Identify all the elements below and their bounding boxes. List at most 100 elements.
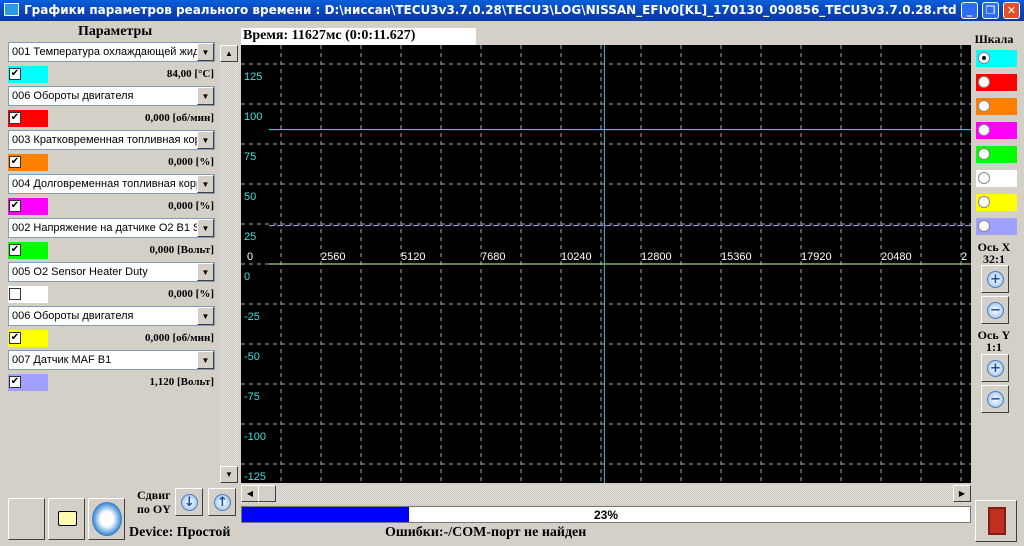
param-color-swatch[interactable]: ✔ [8, 242, 48, 259]
blank-button[interactable] [8, 498, 45, 540]
param-value: 0,000 [%] [168, 156, 214, 168]
param-color-swatch[interactable]: ✔ [8, 330, 48, 347]
scale-radio[interactable] [978, 76, 990, 88]
exit-button[interactable] [975, 500, 1017, 542]
chevron-down-icon[interactable]: ▼ [197, 87, 214, 105]
open-file-button[interactable] [48, 498, 85, 540]
scroll-right-button[interactable]: ▶ [953, 485, 971, 502]
param-name: 003 Кратковременная топливная коррекция [12, 134, 215, 146]
y-tick-label: 50 [244, 191, 256, 203]
scale-radio[interactable] [978, 196, 990, 208]
shift-label: Сдвиг по OY [137, 488, 171, 516]
scroll-down-button[interactable]: ▼ [220, 466, 238, 483]
param-select[interactable]: 004 Долговременная топливная коррекция ▼ [8, 174, 215, 194]
arrow-down-icon: ↓ [181, 494, 198, 511]
close-button[interactable]: ✕ [1003, 2, 1020, 19]
param-value: 0,000 [об/мин] [144, 332, 214, 344]
chevron-down-icon[interactable]: ▼ [197, 263, 214, 281]
param-checkbox[interactable]: ✔ [9, 68, 21, 80]
scale-radio[interactable] [978, 220, 990, 232]
chevron-down-icon[interactable]: ▼ [197, 351, 214, 369]
x-tick-label: 17920 [801, 251, 832, 263]
scale-radio[interactable] [978, 172, 990, 184]
param-select[interactable]: 005 O2 Sensor Heater Duty ▼ [8, 262, 215, 282]
scale-option[interactable] [976, 146, 1017, 163]
scroll-left-button[interactable]: ◀ [241, 485, 259, 502]
y-tick-label: 125 [244, 71, 262, 83]
y-tick-label: -100 [244, 431, 266, 443]
plus-icon: + [987, 271, 1004, 288]
chevron-down-icon[interactable]: ▼ [197, 131, 214, 149]
progress-text: 23% [593, 508, 619, 522]
param-checkbox[interactable]: ✔ [9, 156, 21, 168]
scale-option[interactable] [976, 98, 1017, 115]
param-select[interactable]: 002 Напряжение на датчике O2 B1 S1 ▼ [8, 218, 215, 238]
y-tick-label: -50 [244, 351, 260, 363]
app-icon [4, 3, 19, 16]
param-color-swatch[interactable]: ✔ [8, 110, 48, 127]
zoom-x-in-button[interactable]: + [981, 265, 1009, 293]
x-tick-label: 10240 [561, 251, 592, 263]
scale-option[interactable] [976, 50, 1017, 67]
scale-option[interactable] [976, 194, 1017, 211]
chart-area[interactable]: 125 100 75 50 25 0 -25 -50 -75 -100 -125 0 2560 5120 7… [241, 45, 971, 483]
param-select[interactable]: 006 Обороты двигателя ▼ [8, 306, 215, 326]
y-tick-label: -25 [244, 311, 260, 323]
y-tick-label: 75 [244, 151, 256, 163]
param-checkbox[interactable]: ✔ [9, 112, 21, 124]
scale-option[interactable] [976, 122, 1017, 139]
restore-button[interactable]: ❐ [982, 2, 999, 19]
scale-option[interactable] [976, 74, 1017, 91]
chevron-down-icon[interactable]: ▼ [197, 175, 214, 193]
scale-option[interactable] [976, 218, 1017, 235]
param-select[interactable]: 003 Кратковременная топливная коррекция ▼ [8, 130, 215, 150]
param-checkbox[interactable]: ✔ [9, 244, 21, 256]
x-tick-label: 2560 [321, 251, 345, 263]
time-scrollbar[interactable]: ◀ ▶ [241, 485, 971, 503]
scale-radio[interactable] [978, 100, 990, 112]
param-checkbox[interactable] [9, 288, 21, 300]
scale-radio[interactable] [978, 52, 990, 64]
x-tick-label: 15360 [721, 251, 752, 263]
param-color-swatch[interactable]: ✔ [8, 198, 48, 215]
scale-radio[interactable] [978, 124, 990, 136]
param-checkbox[interactable]: ✔ [9, 200, 21, 212]
zoom-x-out-button[interactable]: − [981, 296, 1009, 324]
param-color-swatch[interactable]: ✔ [8, 154, 48, 171]
zoom-y-in-button[interactable]: + [981, 354, 1009, 382]
shift-down-button[interactable]: ↓ [175, 488, 203, 516]
param-value: 0,000 [%] [168, 288, 214, 300]
y-tick-label: 0 [244, 271, 250, 283]
chevron-down-icon[interactable]: ▼ [197, 219, 214, 237]
param-value: 84,00 [°C] [166, 68, 214, 80]
error-status: Ошибки:-/COM-порт не найден [385, 525, 587, 540]
params-scrollbar[interactable]: ▲ ▼ [220, 45, 239, 483]
document-icon [92, 502, 122, 536]
param-value: 0,000 [об/мин] [144, 112, 214, 124]
param-checkbox[interactable]: ✔ [9, 376, 21, 388]
save-button[interactable] [88, 498, 125, 540]
scale-label: Шкала [974, 32, 1014, 46]
chevron-down-icon[interactable]: ▼ [197, 307, 214, 325]
param-color-swatch[interactable] [8, 286, 48, 303]
param-checkbox[interactable]: ✔ [9, 332, 21, 344]
x-tick-label: 12800 [641, 251, 672, 263]
param-select[interactable]: 001 Температура охлаждающей жидкости ▼ [8, 42, 215, 62]
param-value: 0,000 [%] [168, 200, 214, 212]
param-name: 004 Долговременная топливная коррекция [12, 178, 215, 190]
param-color-swatch[interactable]: ✔ [8, 66, 48, 83]
scroll-up-button[interactable]: ▲ [220, 45, 238, 62]
chevron-down-icon[interactable]: ▼ [197, 43, 214, 61]
scale-radio[interactable] [978, 148, 990, 160]
axis-y-ratio: 1:1 [986, 340, 1002, 354]
param-select[interactable]: 007 Датчик MAF B1 ▼ [8, 350, 215, 370]
scroll-thumb[interactable] [258, 485, 276, 502]
params-header: Параметры [78, 24, 153, 39]
param-select[interactable]: 006 Обороты двигателя ▼ [8, 86, 215, 106]
arrow-up-icon: ↑ [214, 494, 231, 511]
zoom-y-out-button[interactable]: − [981, 385, 1009, 413]
param-color-swatch[interactable]: ✔ [8, 374, 48, 391]
shift-up-button[interactable]: ↑ [208, 488, 236, 516]
minimize-button[interactable]: _ [961, 2, 978, 19]
scale-option[interactable] [976, 170, 1017, 187]
